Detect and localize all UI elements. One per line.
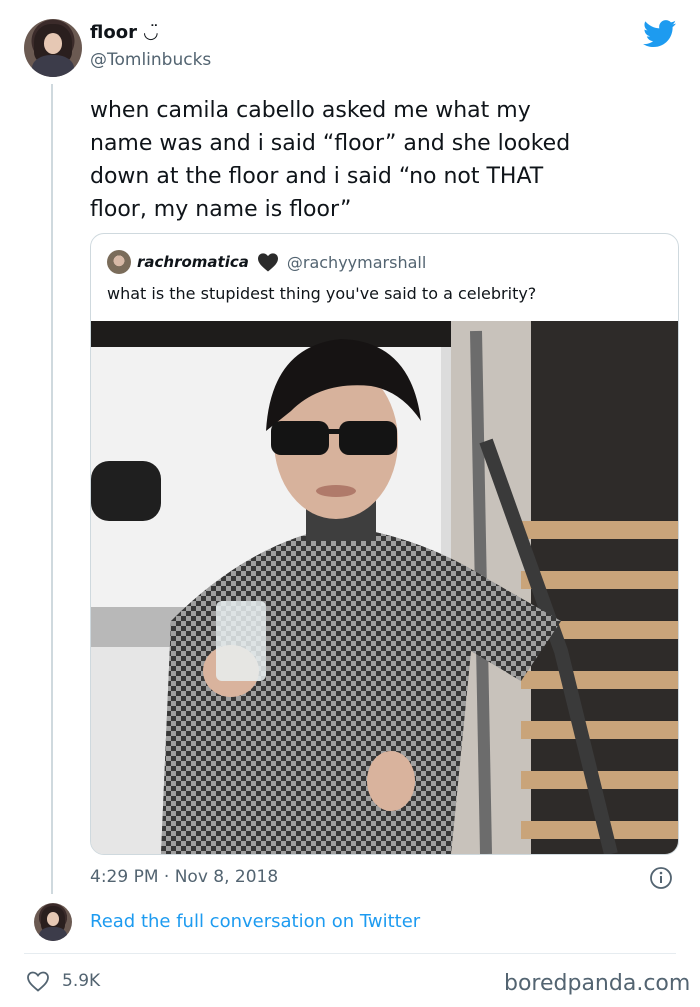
avatar-face	[43, 32, 63, 54]
quoted-text: what is the stupidest thing you've said …	[107, 284, 537, 303]
read-conversation-link[interactable]: Read the full conversation on Twitter	[90, 911, 420, 932]
quoted-tweet[interactable]: rachromatica @rachyymarshall what is the…	[90, 233, 679, 855]
black-heart-icon	[257, 253, 278, 272]
author-handle[interactable]: @Tomlinbucks	[90, 50, 211, 70]
quoted-name-row: rachromatica @rachyymarshall	[137, 250, 426, 274]
author-emoji: ◡̈	[142, 22, 159, 43]
conversation-avatar[interactable]	[34, 903, 72, 941]
tweet-timestamp[interactable]: 4:29 PM · Nov 8, 2018	[90, 867, 278, 887]
author-name: floor	[90, 22, 137, 43]
quoted-name: rachromatica	[137, 253, 249, 271]
avatar-body	[32, 54, 74, 77]
watermark: boredpanda.com	[504, 971, 691, 996]
likes-count: 5.9K	[62, 971, 101, 991]
thread-line	[51, 84, 53, 894]
quoted-handle: @rachyymarshall	[286, 252, 427, 272]
heart-icon[interactable]	[26, 970, 50, 992]
author-avatar[interactable]	[24, 19, 82, 77]
info-icon[interactable]	[649, 866, 673, 890]
conversation-avatar-body	[39, 926, 67, 941]
likes-row[interactable]: 5.9K	[26, 970, 100, 992]
quoted-avatar	[107, 250, 131, 274]
author-name-row[interactable]: floor ◡̈	[90, 22, 159, 43]
footer-divider	[24, 953, 676, 954]
tweet-text: when camila cabello asked me what my nam…	[90, 98, 571, 222]
twitter-bird-icon[interactable]	[643, 20, 677, 48]
conversation-avatar-face	[46, 912, 60, 926]
quoted-photo[interactable]	[91, 321, 678, 854]
